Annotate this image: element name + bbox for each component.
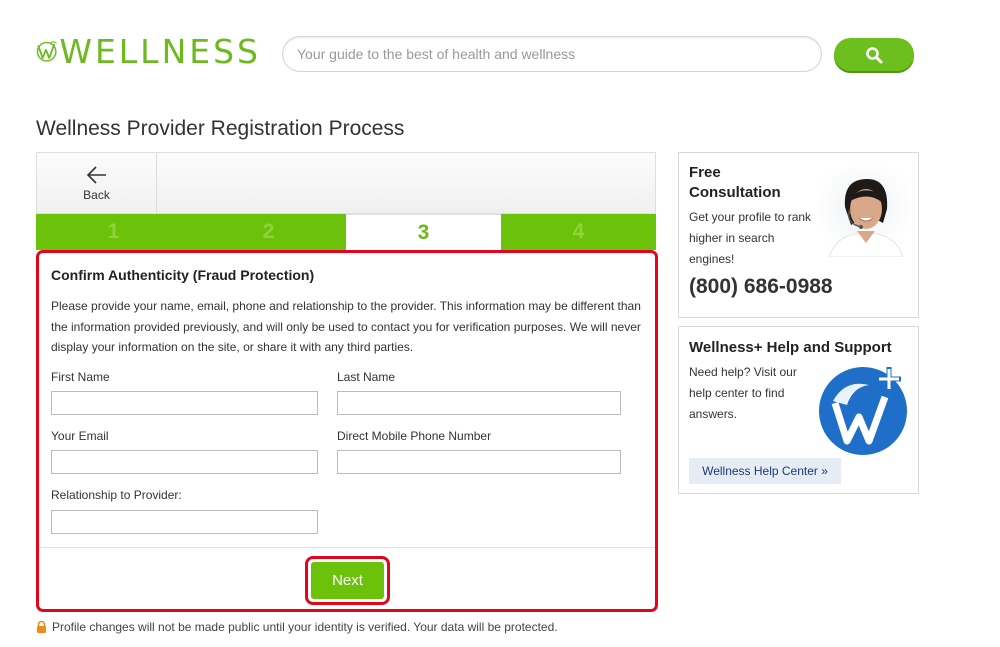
email-field[interactable] xyxy=(51,450,318,474)
consultation-phone[interactable]: (800) 686-0988 xyxy=(689,275,833,299)
back-label: Back xyxy=(83,187,110,202)
fraud-protection-form: Confirm Authenticity (Fraud Protection) … xyxy=(36,250,658,612)
help-support-card: Wellness+ Help and Support Need help? Vi… xyxy=(678,326,919,494)
wellness-logo[interactable]: WELLNESS xyxy=(36,22,261,80)
search-button[interactable] xyxy=(834,38,914,71)
help-title: Wellness+ Help and Support xyxy=(689,339,892,356)
relationship-label: Relationship to Provider: xyxy=(51,488,182,502)
form-divider xyxy=(39,547,655,548)
wellness-logo-mark-icon xyxy=(36,41,57,62)
privacy-note-text: Profile changes will not be made public … xyxy=(52,620,558,634)
page-title: Wellness Provider Registration Process xyxy=(36,117,405,140)
back-button[interactable]: Back xyxy=(37,153,157,214)
support-agent-photo xyxy=(817,167,911,257)
form-description: Please provide your name, email, phone a… xyxy=(51,299,641,354)
first-name-field[interactable] xyxy=(51,391,318,415)
lock-icon xyxy=(37,621,46,633)
arrow-left-icon xyxy=(86,165,106,184)
privacy-note: Profile changes will not be made public … xyxy=(36,620,558,634)
registration-panel: Back 1 2 3 4 Confirm Authenticity (Fraud… xyxy=(36,152,658,612)
help-center-button[interactable]: Wellness Help Center » xyxy=(689,458,841,484)
email-label: Your Email xyxy=(51,429,109,443)
relationship-field[interactable] xyxy=(51,510,318,534)
step-3-current: 3 xyxy=(346,214,501,250)
consultation-text: Get your profile to rank higher in searc… xyxy=(689,210,812,266)
form-title: Confirm Authenticity (Fraud Protection) xyxy=(51,267,315,283)
phone-label: Direct Mobile Phone Number xyxy=(337,429,492,443)
free-consultation-card: Free Consultation Get your profile to ra… xyxy=(678,152,919,318)
last-name-label: Last Name xyxy=(337,370,396,384)
step-4: 4 xyxy=(501,214,656,250)
step-1: 1 xyxy=(36,214,191,250)
logo-text: WELLNESS xyxy=(59,31,261,71)
next-button[interactable]: Next xyxy=(311,562,384,599)
wellness-plus-logo-icon xyxy=(819,367,907,455)
help-text: Need help? Visit our help center to find… xyxy=(689,365,797,421)
search-input[interactable] xyxy=(282,36,822,72)
search-icon xyxy=(866,46,883,63)
wizard-top-bar: Back xyxy=(36,152,656,214)
consultation-title: Free Consultation xyxy=(689,164,781,201)
phone-field[interactable] xyxy=(337,450,621,474)
first-name-label: First Name xyxy=(51,370,110,384)
step-2: 2 xyxy=(191,214,346,250)
step-indicator: 1 2 3 4 xyxy=(36,214,656,250)
last-name-field[interactable] xyxy=(337,391,621,415)
